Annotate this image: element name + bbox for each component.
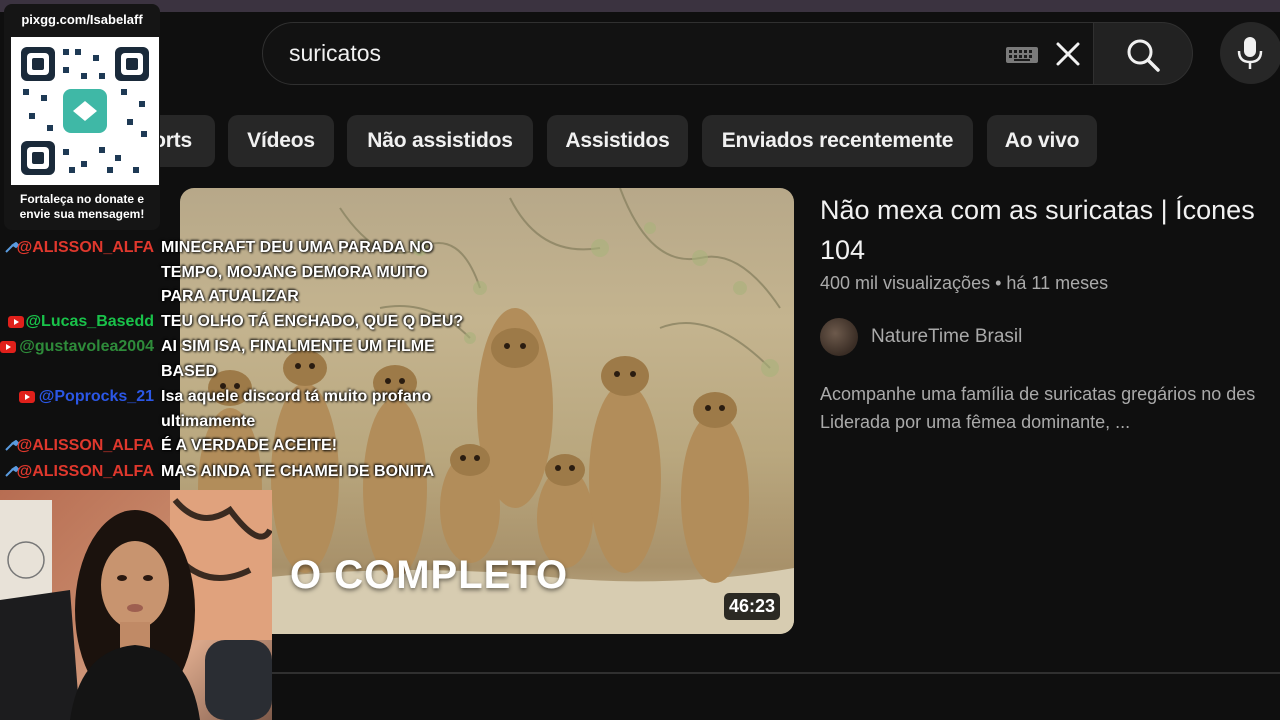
search-button[interactable] bbox=[1093, 22, 1193, 85]
chip-not-watched[interactable]: Não assistidos bbox=[347, 115, 533, 167]
chat-text: TEU OLHO TÁ ENCHADO, QUE Q DEU? bbox=[161, 313, 464, 330]
qr-code bbox=[11, 37, 159, 185]
video-description: Acompanhe uma família de suricatas gregá… bbox=[820, 384, 1256, 432]
search-icon bbox=[1127, 39, 1160, 72]
chat-text: Isa aquele discord tá muito profano ulti… bbox=[161, 388, 432, 430]
chat-text: MINECRAFT DEU UMA PARADA NO TEMPO, MOJAN… bbox=[161, 239, 434, 305]
video-title[interactable]: Não mexa com as suricatas | Ícones 104 bbox=[820, 190, 1280, 270]
chat-username: @ALISSON_ALFA bbox=[16, 437, 154, 454]
close-icon[interactable] bbox=[1053, 39, 1083, 69]
chip-live[interactable]: Ao vivo bbox=[987, 115, 1097, 167]
divider bbox=[272, 672, 1280, 674]
chat-username: @ALISSON_ALFA bbox=[16, 239, 154, 256]
channel-name[interactable]: NatureTime Brasil bbox=[871, 326, 1022, 348]
duration-badge: 46:23 bbox=[723, 593, 780, 620]
channel-avatar[interactable] bbox=[820, 318, 858, 356]
keyboard-icon[interactable] bbox=[1005, 45, 1039, 65]
video-meta: 400 mil visualizações • há 11 meses bbox=[820, 273, 1109, 293]
chip-videos[interactable]: Vídeos bbox=[228, 115, 334, 167]
youtube-icon bbox=[0, 341, 16, 353]
browser-top-strip bbox=[0, 0, 1280, 12]
thumbnail-caption: O COMPLETO bbox=[290, 553, 569, 597]
chat-username: @Lucas_Basedd bbox=[25, 313, 154, 330]
donation-caption: Fortaleça no donate e envie sua mensagem… bbox=[19, 192, 145, 221]
voice-search-button[interactable] bbox=[1220, 22, 1280, 84]
youtube-icon bbox=[8, 316, 24, 328]
chat-text: AI SIM ISA, FINALMENTE UM FILME BASED bbox=[161, 338, 435, 380]
microphone-icon bbox=[1237, 37, 1263, 69]
streamer-webcam bbox=[0, 490, 272, 720]
chat-username: @Poprocks_21 bbox=[38, 388, 154, 405]
chat-username: @gustavolea2004 bbox=[19, 338, 154, 355]
chat-text: MAS AINDA TE CHAMEI DE BONITA bbox=[161, 463, 435, 480]
chat-text: É A VERDADE ACEITE! bbox=[161, 437, 338, 454]
chip-watched[interactable]: Assistidos bbox=[547, 115, 688, 167]
streamer-image bbox=[0, 490, 272, 720]
donation-url: pixgg.com/Isabelaff bbox=[21, 12, 143, 27]
search-input[interactable]: suricatos bbox=[289, 40, 381, 67]
chat-username: @ALISSON_ALFA bbox=[16, 463, 154, 480]
youtube-icon bbox=[19, 391, 35, 403]
search-box[interactable]: suricatos bbox=[262, 22, 1094, 85]
chip-recently-uploaded[interactable]: Enviados recentemente bbox=[702, 115, 973, 167]
donation-qr-panel: pixgg.com/Isabelaff Fortaleça no donate … bbox=[4, 4, 160, 230]
